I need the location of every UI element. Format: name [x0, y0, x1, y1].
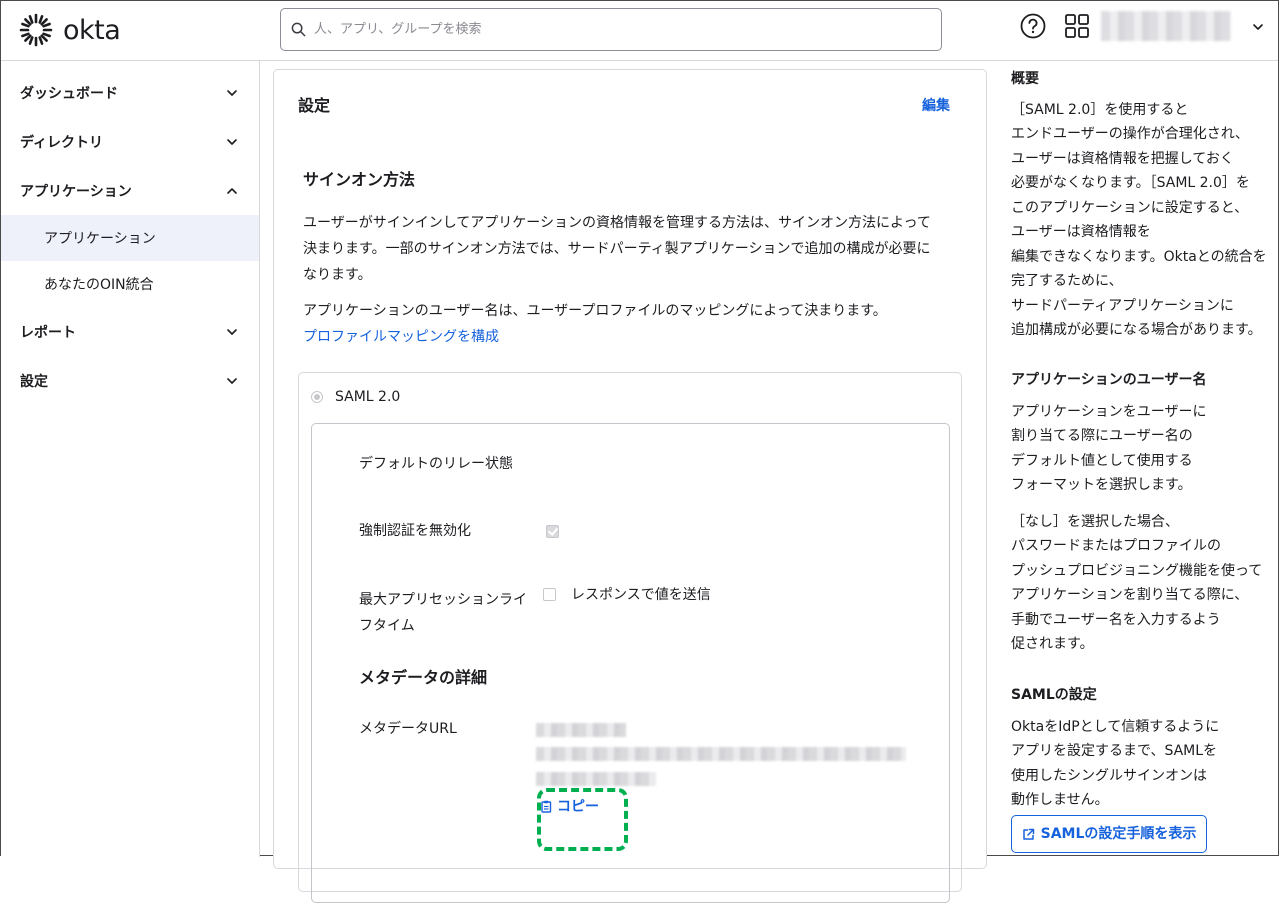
- logo-text: okta: [63, 14, 121, 46]
- saml-settings-box: デフォルトのリレー状態 強制認証を無効化 最大アプリセッションライフタイム レス…: [311, 423, 950, 903]
- copy-metadata-url-button[interactable]: コピー: [540, 796, 599, 816]
- metadata-url-blurred-line-3: [536, 772, 656, 786]
- okta-logo[interactable]: okta: [19, 13, 121, 47]
- disable-force-auth-label: 強制認証を無効化: [359, 523, 471, 539]
- help-overview-title: 概要: [1011, 71, 1039, 87]
- chevron-down-icon: [227, 138, 237, 145]
- sidebar-item-label: 設定: [20, 373, 48, 390]
- top-bar: okta: [1, 1, 1278, 61]
- search-input[interactable]: [312, 21, 916, 38]
- default-relay-state-label: デフォルトのリレー状態: [359, 456, 513, 472]
- view-saml-setup-instructions-button[interactable]: SAMLの設定手順を表示: [1011, 815, 1207, 853]
- help-username-text-1: アプリケーションをユーザーに 割り当てる際にユーザー名の デフォルト値として使用…: [1011, 403, 1207, 494]
- card-title: 設定: [298, 96, 331, 115]
- sidebar-item-label: アプリケーション: [44, 231, 156, 247]
- send-in-response-checkbox[interactable]: [543, 588, 556, 601]
- metadata-url-blurred-line-1: [536, 723, 626, 737]
- chevron-down-icon[interactable]: [1251, 20, 1265, 34]
- sidebar-item-label: ディレクトリ: [20, 134, 104, 151]
- chevron-down-icon: [227, 328, 237, 335]
- external-link-icon: [1022, 828, 1034, 840]
- help-username-title: アプリケーションのユーザー名: [1011, 372, 1207, 388]
- settings-card: 設定 編集 サインオン方法 ユーザーがサインインしてアプリケーションの資格情報を…: [273, 69, 987, 903]
- saml-radio[interactable]: [311, 391, 323, 403]
- metadata-details-title: メタデータの詳細: [359, 668, 488, 687]
- sidebar-item-label: あなたのOIN統合: [44, 277, 154, 293]
- sidebar-item-label: アプリケーション: [20, 183, 132, 200]
- okta-sunburst-icon: [19, 13, 53, 47]
- saml-guide-label: SAMLの設定手順を表示: [1040, 825, 1197, 842]
- help-icon[interactable]: [1019, 12, 1047, 40]
- app-grid-icon[interactable]: [1063, 12, 1091, 40]
- sidebar-item-settings[interactable]: 設定: [1, 356, 259, 405]
- user-account-blurred[interactable]: [1101, 11, 1231, 41]
- search-icon: [291, 22, 306, 37]
- profile-mapping-link[interactable]: プロファイルマッピングを構成: [303, 329, 499, 345]
- copy-label: コピー: [557, 799, 599, 815]
- sidebar: ダッシュボード ディレクトリ アプリケーション アプリケーション あなたのOIN…: [1, 61, 260, 857]
- max-session-lifetime-label: 最大アプリセッションライフタイム: [359, 592, 527, 634]
- sidebar-item-label: ダッシュボード: [20, 85, 118, 102]
- chevron-up-icon: [227, 187, 237, 194]
- help-saml: SAMLの設定 OktaをIdPとして信頼するように アプリを設定するまで、SA…: [1011, 683, 1273, 813]
- edit-link[interactable]: 編集: [922, 95, 950, 115]
- search-box[interactable]: [280, 8, 942, 51]
- metadata-url-label: メタデータURL: [359, 721, 457, 737]
- sign-on-methods-title: サインオン方法: [303, 170, 416, 189]
- sidebar-item-reports[interactable]: レポート: [1, 307, 259, 356]
- saml-radio-option[interactable]: SAML 2.0: [311, 389, 400, 405]
- sidebar-subitem-applications[interactable]: アプリケーション: [1, 215, 259, 261]
- sidebar-item-applications[interactable]: アプリケーション: [1, 166, 259, 215]
- help-saml-text: OktaをIdPとして信頼するように アプリを設定するまで、SAMLを 使用した…: [1011, 718, 1220, 809]
- clipboard-icon: [541, 800, 552, 813]
- sidebar-item-dashboard[interactable]: ダッシュボード: [1, 68, 259, 117]
- username-description-text: アプリケーションのユーザー名は、ユーザープロファイルのマッピングによって決まりま…: [303, 303, 887, 319]
- sign-on-description: ユーザーがサインインしてアプリケーションの資格情報を管理する方法は、サインオン方…: [303, 215, 931, 283]
- sidebar-subitem-oin-integrations[interactable]: あなたのOIN統合: [1, 261, 259, 307]
- saml-radio-label: SAML 2.0: [335, 389, 401, 405]
- send-in-response-label: レスポンスで値を送信: [571, 587, 711, 603]
- sidebar-item-label: レポート: [20, 324, 76, 341]
- sidebar-item-directory[interactable]: ディレクトリ: [1, 117, 259, 166]
- username-description: アプリケーションのユーザー名は、ユーザープロファイルのマッピングによって決まりま…: [303, 298, 935, 350]
- saml-option-box: SAML 2.0 デフォルトのリレー状態 強制認証を無効化 最大アプリセッション…: [298, 372, 962, 903]
- chevron-down-icon: [227, 89, 237, 96]
- metadata-url-blurred-line-2: [536, 747, 906, 761]
- help-username: アプリケーションのユーザー名 アプリケーションをユーザーに 割り当てる際にユーザ…: [1011, 368, 1273, 657]
- help-overview-text: ［SAML 2.0］を使用すると エンドユーザーの操作が合理化され、 ユーザーは…: [1011, 101, 1267, 339]
- help-username-text-2: ［なし］を選択した場合、 パスワードまたはプロファイルの プッシュプロビジョニン…: [1011, 513, 1263, 653]
- help-saml-title: SAMLの設定: [1011, 687, 1097, 703]
- disable-force-auth-checkbox[interactable]: [546, 525, 559, 538]
- chevron-down-icon: [227, 377, 237, 384]
- help-overview: 概要 ［SAML 2.0］を使用すると エンドユーザーの操作が合理化され、 ユー…: [1011, 67, 1273, 343]
